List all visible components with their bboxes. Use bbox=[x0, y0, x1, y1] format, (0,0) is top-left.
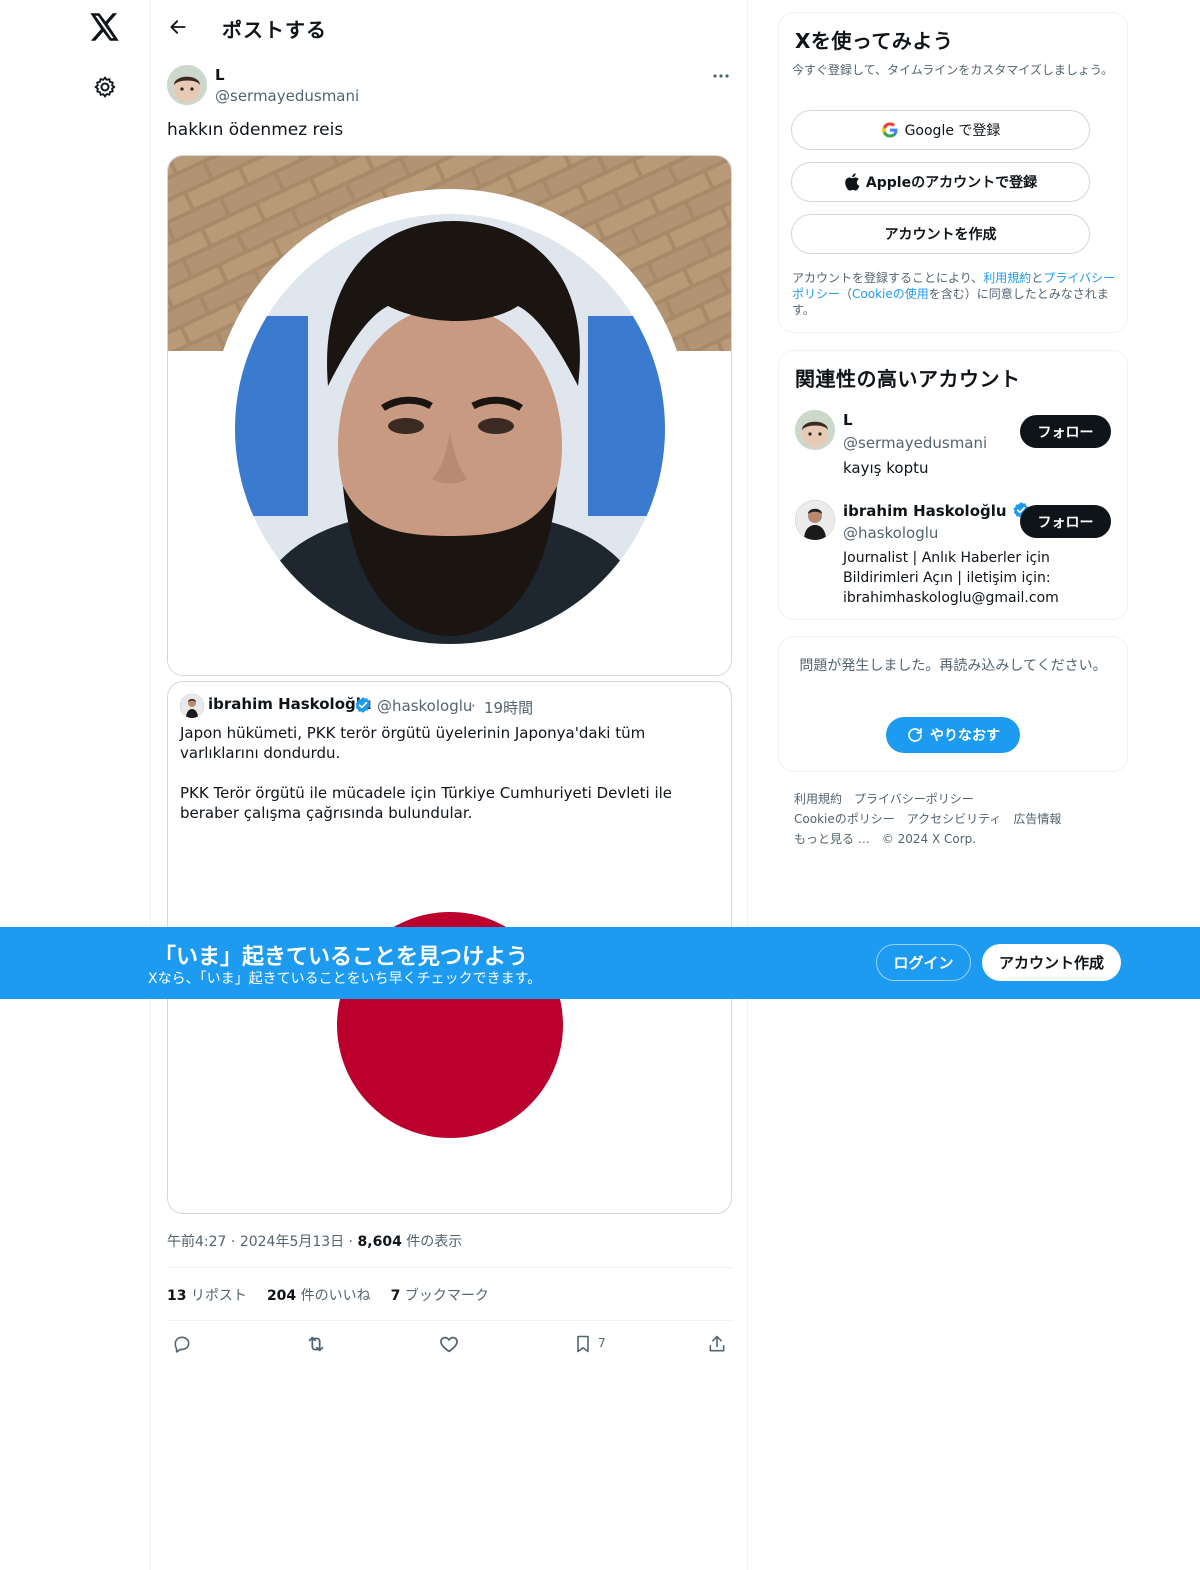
signup-panel: Xを使ってみよう 今すぐ登録して、タイムラインをカスタマイズしましょう。 Goo… bbox=[778, 12, 1128, 333]
follow-button[interactable]: フォロー bbox=[1020, 505, 1111, 538]
apple-signup-label: Appleのアカウントで登録 bbox=[865, 175, 1038, 191]
reposts-stat[interactable]: 13 リポスト bbox=[167, 1285, 247, 1305]
left-rail bbox=[0, 0, 150, 1570]
cookie-open: （ bbox=[840, 287, 853, 301]
reposts-count: 13 bbox=[167, 1288, 187, 1304]
related-title: 関連性の高いアカウント bbox=[795, 367, 1021, 391]
banner-subtitle: Xなら、「いま」起きていることをいち早くチェックできます。 bbox=[148, 971, 542, 987]
author-name[interactable]: L bbox=[215, 66, 225, 84]
gear-icon[interactable] bbox=[89, 71, 121, 103]
quote-author-avatar[interactable] bbox=[180, 694, 204, 718]
related-handle[interactable]: @haskologlu bbox=[843, 524, 938, 542]
related-avatar[interactable] bbox=[795, 500, 835, 540]
related-handle[interactable]: @sermayedusmani bbox=[843, 434, 987, 452]
reply-icon[interactable] bbox=[170, 1332, 194, 1356]
quote-author-name[interactable]: ibrahim Haskoloğlu bbox=[208, 695, 372, 713]
login-button[interactable]: ログイン bbox=[876, 944, 971, 981]
error-panel: 問題が発生しました。再読み込みしてください。 やりなおす bbox=[778, 636, 1128, 772]
quote-time[interactable]: 19時間 bbox=[484, 697, 533, 718]
copyright: © 2024 X Corp. bbox=[881, 832, 977, 846]
post-actions: 7 bbox=[151, 1326, 749, 1362]
footer-link[interactable]: 利用規約 bbox=[794, 792, 842, 806]
sidebar-footer: 利用規約 プライバシーポリシー Cookieのポリシー アクセシビリティ 広告情報 も… bbox=[794, 789, 1114, 849]
meta-separator: · bbox=[230, 1234, 240, 1250]
banner-title: 「いま」起きていることを見つけよう bbox=[154, 945, 529, 970]
post-timestamp[interactable]: 午前4:27 bbox=[167, 1234, 226, 1250]
main-column: ポストする L @sermayedusmani hakkın ödenmez r… bbox=[150, 0, 748, 1570]
more-icon[interactable] bbox=[709, 64, 733, 88]
related-avatar[interactable] bbox=[795, 410, 835, 450]
terms-link[interactable]: 利用規約 bbox=[983, 271, 1031, 285]
related-name-text: ibrahim Haskoloğlu bbox=[843, 502, 1007, 520]
quote-text-paragraph: PKK Terör örgütü ile mücadele için Türki… bbox=[180, 784, 673, 822]
post-text: hakkın ödenmez reis bbox=[167, 120, 344, 140]
back-arrow-icon[interactable] bbox=[163, 12, 193, 42]
signup-title: Xを使ってみよう bbox=[795, 29, 954, 53]
create-account-button[interactable]: アカウントを作成 bbox=[791, 214, 1090, 254]
reposts-label: リポスト bbox=[186, 1288, 247, 1304]
related-bio: kayış koptu bbox=[843, 459, 929, 477]
signup-button[interactable]: アカウント作成 bbox=[982, 944, 1121, 981]
related-accounts-panel: 関連性の高いアカウント L @sermayedusmani kayış kopt… bbox=[778, 350, 1128, 620]
divider bbox=[167, 1320, 733, 1321]
post-media-image[interactable] bbox=[167, 155, 732, 676]
signup-terms: アカウントを登録することにより、利用規約とプライバシーポリシー（Cookieの使… bbox=[792, 270, 1120, 318]
quote-separator: · bbox=[471, 697, 476, 715]
author-handle[interactable]: @sermayedusmani bbox=[215, 87, 359, 105]
apple-signup-button[interactable]: Appleのアカウントで登録 bbox=[791, 162, 1090, 202]
page-title: ポストする bbox=[222, 18, 327, 42]
footer-link[interactable]: プライバシーポリシー bbox=[854, 792, 974, 806]
post-meta: 午前4:27 · 2024年5月13日 · 8,604 件の表示 bbox=[167, 1231, 462, 1251]
google-signup-label: Google で登録 bbox=[904, 123, 1001, 139]
bookmarks-stat[interactable]: 7 ブックマーク bbox=[391, 1285, 489, 1305]
apple-icon bbox=[844, 173, 860, 191]
verified-icon bbox=[354, 696, 372, 714]
terms-and: と bbox=[1031, 271, 1044, 285]
share-icon[interactable] bbox=[705, 1332, 729, 1356]
retry-button[interactable]: やりなおす bbox=[886, 717, 1020, 753]
related-name[interactable]: L bbox=[843, 411, 853, 429]
login-banner: 「いま」起きていることを見つけよう Xなら、「いま」起きていることをいち早くチェ… bbox=[0, 927, 1200, 999]
footer-link[interactable]: もっと見る … bbox=[794, 832, 870, 846]
bookmarks-label: ブックマーク bbox=[400, 1288, 489, 1304]
views-count: 8,604 bbox=[357, 1234, 402, 1250]
related-name[interactable]: ibrahim Haskoloğlu bbox=[843, 501, 1030, 520]
x-logo-icon[interactable] bbox=[88, 10, 122, 44]
quote-author-handle: @haskologlu bbox=[377, 697, 473, 715]
post-date[interactable]: 2024年5月13日 bbox=[240, 1234, 344, 1250]
likes-count: 204 bbox=[266, 1288, 297, 1304]
author-avatar[interactable] bbox=[167, 65, 207, 105]
likes-stat[interactable]: 204 件のいいね bbox=[267, 1285, 371, 1305]
related-bio: Journalist | Anlık Haberler için Bildiri… bbox=[843, 550, 1059, 606]
follow-button[interactable]: フォロー bbox=[1020, 415, 1111, 448]
footer-link[interactable]: Cookieのポリシー bbox=[794, 812, 895, 826]
page-header: ポストする bbox=[151, 0, 749, 54]
signup-subtitle: 今すぐ登録して、タイムラインをカスタマイズしましょう。 bbox=[792, 63, 1114, 77]
footer-link[interactable]: アクセシビリティ bbox=[907, 812, 1002, 826]
google-icon bbox=[881, 121, 899, 139]
quote-text-paragraph: Japon hükümeti, PKK terör örgütü üyeleri… bbox=[180, 724, 646, 762]
post-stats: 13 リポスト 204 件のいいね 7 ブックマーク bbox=[167, 1285, 489, 1305]
repost-icon[interactable] bbox=[304, 1332, 328, 1356]
divider bbox=[167, 1267, 733, 1268]
retry-label: やりなおす bbox=[930, 728, 1000, 744]
refresh-icon bbox=[908, 728, 922, 742]
meta-separator: · bbox=[348, 1234, 358, 1250]
error-message: 問題が発生しました。再読み込みしてください。 bbox=[799, 658, 1107, 674]
terms-prefix: アカウントを登録することにより、 bbox=[792, 271, 984, 285]
bookmark-action-count: 7 bbox=[598, 1336, 606, 1350]
views-label: 件の表示 bbox=[401, 1234, 463, 1250]
bookmark-icon[interactable] bbox=[571, 1332, 595, 1356]
google-signup-button[interactable]: Google で登録 bbox=[791, 110, 1090, 150]
like-icon[interactable] bbox=[437, 1332, 461, 1356]
likes-label: 件のいいね bbox=[296, 1288, 371, 1304]
cookie-link[interactable]: Cookieの使用 bbox=[852, 287, 929, 301]
footer-link[interactable]: 広告情報 bbox=[1013, 812, 1061, 826]
bookmarks-count: 7 bbox=[390, 1288, 401, 1304]
create-account-label: アカウントを作成 bbox=[884, 227, 997, 243]
